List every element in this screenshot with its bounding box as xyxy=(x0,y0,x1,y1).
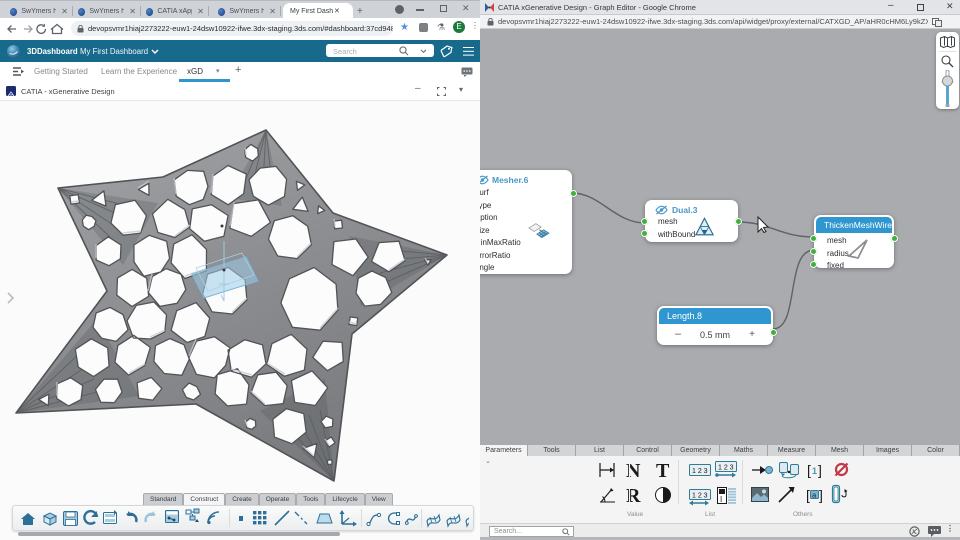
svg-text:I: I xyxy=(720,495,722,504)
svg-text:R: R xyxy=(626,485,641,507)
svg-text:[: [ xyxy=(806,487,810,503)
svg-text:1 2 3: 1 2 3 xyxy=(718,465,734,472)
svg-text:1 2 3: 1 2 3 xyxy=(692,468,708,475)
svg-text:N: N xyxy=(626,460,641,482)
svg-text:]: ] xyxy=(818,462,822,478)
svg-text:[: [ xyxy=(807,462,811,478)
svg-text:]: ] xyxy=(819,487,823,503)
svg-text:T: T xyxy=(656,460,670,482)
svg-text:1 2 3: 1 2 3 xyxy=(692,493,708,500)
svg-text:1: 1 xyxy=(812,466,817,476)
